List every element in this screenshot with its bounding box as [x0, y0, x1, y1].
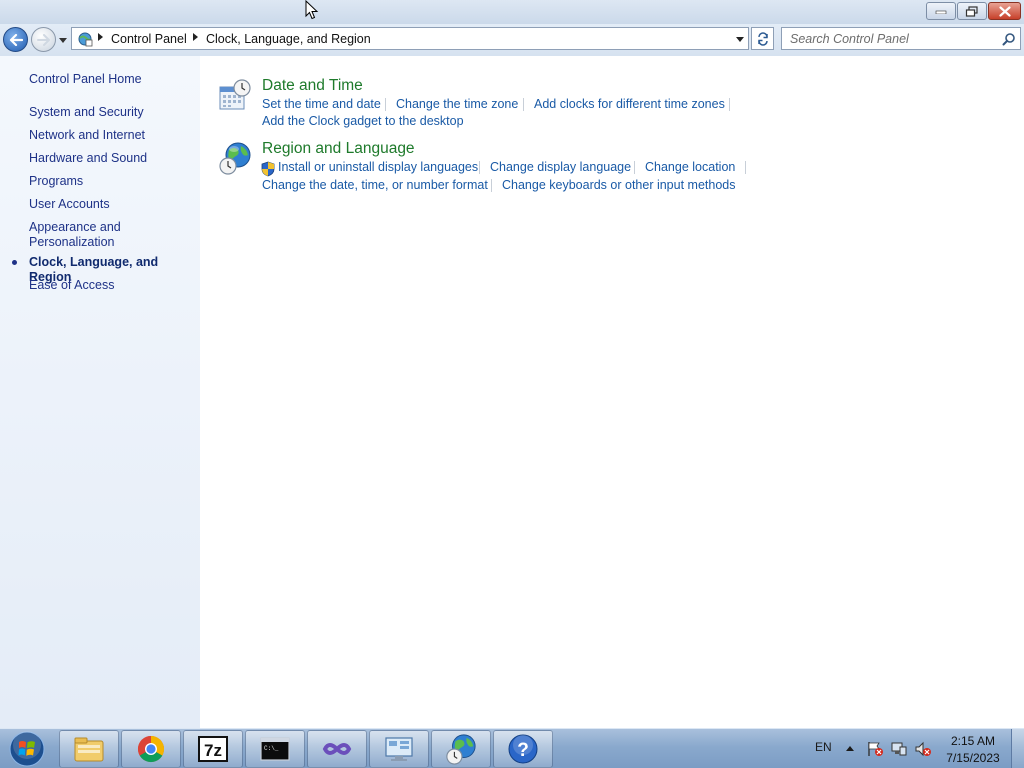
taskbar-help-and-support[interactable]: ? — [493, 730, 553, 768]
link-separator — [634, 161, 635, 174]
link-change-display-language[interactable]: Change display language — [490, 160, 631, 174]
selected-bullet-icon — [12, 260, 17, 265]
sidebar-item-system-and-security[interactable]: System and Security — [29, 105, 144, 120]
visual-studio-icon — [322, 743, 352, 755]
start-button[interactable] — [4, 730, 50, 768]
close-button[interactable] — [988, 2, 1021, 20]
breadcrumb-separator[interactable] — [98, 33, 103, 41]
category-title-region-and-language[interactable]: Region and Language — [262, 140, 415, 158]
network-icon[interactable] — [890, 741, 908, 757]
sidebar-item-ease-of-access[interactable]: Ease of Access — [29, 278, 114, 293]
recent-pages-button[interactable] — [58, 33, 68, 47]
control-panel-icon — [78, 32, 93, 47]
link-separator — [479, 161, 480, 174]
link-add-clocks[interactable]: Add clocks for different time zones — [534, 97, 725, 111]
show-hidden-icons-button[interactable] — [846, 746, 854, 751]
main-content: Date and Time Set the time and date Chan… — [200, 56, 1024, 728]
sidebar-item-label-line1: Appearance and — [29, 220, 121, 234]
devices-icon — [385, 737, 413, 761]
svg-text:C:\_: C:\_ — [264, 745, 279, 752]
sidebar-item-network-and-internet[interactable]: Network and Internet — [29, 128, 145, 143]
chrome-icon — [137, 735, 165, 763]
taskbar-visual-studio[interactable] — [307, 730, 367, 768]
category-title-date-and-time[interactable]: Date and Time — [262, 77, 363, 95]
taskbar-google-chrome[interactable] — [121, 730, 181, 768]
link-separator — [523, 98, 524, 111]
sidebar-item-appearance-and-personalization[interactable]: Appearance and Personalization — [29, 220, 121, 250]
link-separator — [491, 179, 492, 192]
clock-time: 2:15 AM — [950, 734, 996, 748]
sidebar-item-programs[interactable]: Programs — [29, 174, 83, 189]
sidebar: Control Panel Home System and Security N… — [0, 56, 200, 728]
address-dropdown-icon[interactable] — [736, 37, 744, 42]
restore-button[interactable] — [957, 2, 987, 20]
taskbar-7-zip[interactable]: 7z — [183, 730, 243, 768]
uac-shield-icon — [261, 161, 275, 177]
sidebar-item-user-accounts[interactable]: User Accounts — [29, 197, 110, 212]
taskbar-devices-and-printers[interactable] — [369, 730, 429, 768]
taskbar-windows-explorer[interactable] — [59, 730, 119, 768]
breadcrumb-control-panel[interactable]: Control Panel — [111, 32, 187, 46]
link-add-clock-gadget[interactable]: Add the Clock gadget to the desktop — [262, 114, 464, 128]
navigation-bar: Control Panel Clock, Language, and Regio… — [0, 24, 1024, 56]
search-box[interactable] — [781, 27, 1021, 50]
action-center-flag-icon[interactable] — [866, 741, 884, 757]
link-separator — [385, 98, 386, 111]
link-separator — [745, 161, 746, 174]
back-arrow-icon — [9, 33, 23, 46]
search-icon[interactable] — [1002, 32, 1016, 46]
sidebar-item-control-panel-home[interactable]: Control Panel Home — [29, 72, 142, 87]
address-bar[interactable]: Control Panel Clock, Language, and Regio… — [71, 27, 749, 50]
folder-icon — [74, 737, 104, 762]
taskbar-region-and-language[interactable] — [431, 730, 491, 768]
restore-icon — [965, 5, 978, 17]
calendar-clock-icon[interactable] — [218, 79, 252, 113]
breadcrumb-clock-language-region[interactable]: Clock, Language, and Region — [206, 32, 371, 46]
taskbar-command-prompt[interactable]: C:\_ — [245, 730, 305, 768]
svg-text:?: ? — [517, 740, 529, 761]
minimize-button[interactable] — [926, 2, 956, 20]
link-change-location[interactable]: Change location — [645, 160, 735, 174]
clock-date: 7/15/2023 — [946, 751, 1000, 765]
sidebar-item-label-line2: Personalization — [29, 235, 115, 249]
link-install-uninstall-languages[interactable]: Install or uninstall display languages — [278, 160, 478, 174]
link-set-time-and-date[interactable]: Set the time and date — [262, 97, 381, 111]
command-prompt-icon: C:\_ — [260, 737, 290, 761]
minimize-icon — [935, 10, 947, 14]
mouse-cursor-icon — [305, 0, 319, 20]
link-change-time-zone[interactable]: Change the time zone — [396, 97, 518, 111]
volume-muted-icon[interactable] — [914, 741, 932, 757]
window-title-bar[interactable] — [0, 0, 1024, 24]
link-change-date-time-number-format[interactable]: Change the date, time, or number format — [262, 178, 488, 192]
taskbar: 7z C:\_ ? EN 2:15 AM 7/15/2023 — [0, 728, 1024, 768]
refresh-button[interactable] — [751, 27, 774, 50]
svg-text:7z: 7z — [204, 741, 222, 760]
globe-clock-icon[interactable] — [218, 141, 252, 175]
link-change-keyboards[interactable]: Change keyboards or other input methods — [502, 178, 735, 192]
sidebar-item-hardware-and-sound[interactable]: Hardware and Sound — [29, 151, 147, 166]
search-input[interactable] — [783, 29, 995, 48]
show-desktop-button[interactable] — [1011, 729, 1024, 768]
back-button[interactable] — [3, 27, 28, 52]
close-icon — [998, 5, 1011, 17]
forward-arrow-icon — [36, 33, 50, 46]
7zip-icon: 7z — [198, 736, 228, 762]
chevron-down-icon — [59, 37, 67, 43]
windows-logo-icon — [9, 731, 45, 767]
help-icon: ? — [508, 734, 538, 764]
link-separator — [729, 98, 730, 111]
breadcrumb-separator[interactable] — [193, 33, 198, 41]
globe-clock-icon — [446, 734, 476, 765]
refresh-icon — [757, 31, 768, 46]
language-indicator[interactable]: EN — [815, 740, 832, 754]
forward-button[interactable] — [31, 27, 56, 52]
